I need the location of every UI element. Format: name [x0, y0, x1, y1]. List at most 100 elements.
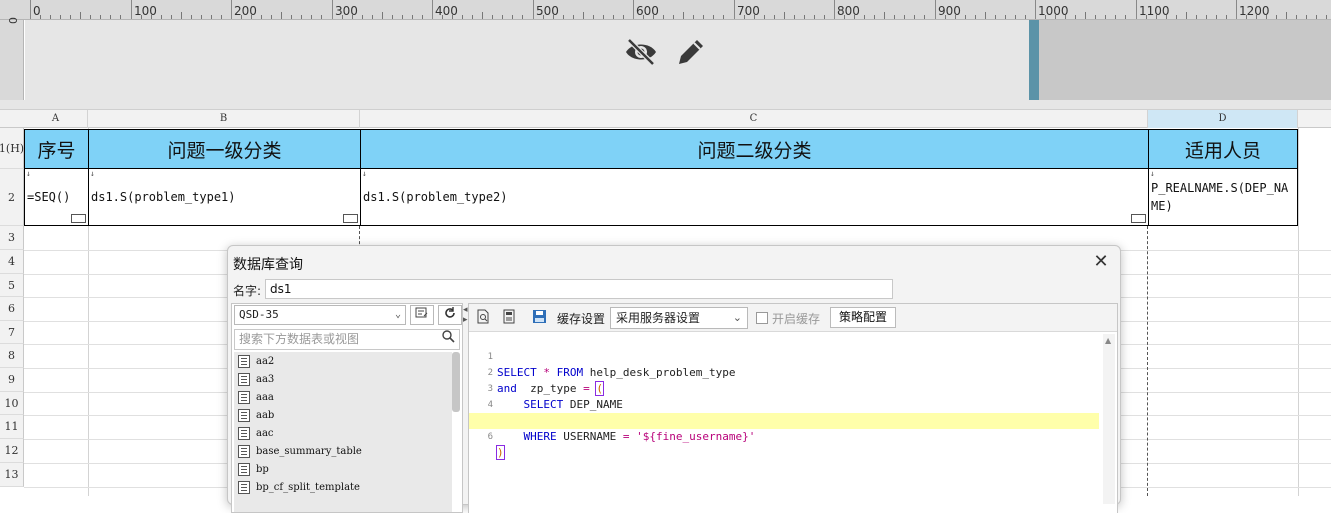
row-header-4[interactable]: 4	[0, 250, 24, 274]
ruler-minor-tick	[362, 15, 363, 19]
ruler-minor-tick	[713, 15, 714, 19]
ruler-label: 700	[737, 4, 760, 18]
ruler-minor-tick	[522, 15, 523, 19]
row-header-12[interactable]: 12	[0, 439, 24, 463]
ruler-minor-tick	[1005, 15, 1006, 19]
cache-mode-select[interactable]: 采用服务器设置 ⌄	[610, 307, 748, 329]
cell-text: 序号	[37, 139, 76, 162]
edit-connection-icon[interactable]	[410, 305, 434, 325]
ruler-minor-tick	[171, 15, 172, 19]
ruler-minor-tick	[613, 15, 614, 19]
ruler-minor-tick	[1156, 15, 1157, 19]
refresh-icon[interactable]	[438, 305, 462, 325]
table-list-item[interactable]: aab	[234, 406, 452, 424]
row-header-9[interactable]: 9	[0, 368, 24, 392]
column-header-a[interactable]: A	[24, 110, 88, 128]
list-scrollbar[interactable]	[452, 352, 460, 412]
table-icon	[238, 372, 250, 386]
title-cell-personnel[interactable]: 适用人员	[1148, 129, 1298, 169]
expand-down-icon: ↓	[1150, 169, 1155, 178]
data-cell-type2[interactable]: ↓ ds1.S(problem_type2)	[360, 169, 1149, 226]
ruler-minor-tick	[583, 12, 584, 19]
sql-toolbar: 缓存设置 采用服务器设置 ⌄ 开启缓存 策略配置	[469, 304, 1117, 332]
cache-settings-icon[interactable]	[530, 309, 548, 327]
ruler-minor-tick	[1186, 12, 1187, 19]
table-list-item[interactable]: aa3	[234, 370, 452, 388]
row-header-6[interactable]: 6	[0, 297, 24, 321]
row-header-8[interactable]: 8	[0, 344, 24, 368]
data-cell-personnel[interactable]: ↓ P_REALNAME.S(DEP_NAME)	[1148, 169, 1298, 226]
pencil-icon[interactable]	[673, 34, 707, 70]
ruler-label: 1200	[1239, 4, 1270, 18]
page-boundary-marker[interactable]	[1029, 20, 1039, 100]
title-cell-type2[interactable]: 问题二级分类	[360, 129, 1149, 169]
table-list-item[interactable]: bp_cf_split_template	[234, 478, 452, 496]
ruler-minor-tick	[1296, 15, 1297, 19]
scroll-up-icon[interactable]: ▲	[1105, 336, 1111, 345]
enable-cache-checkbox[interactable]	[756, 312, 768, 324]
row-header-5[interactable]: 5	[0, 274, 24, 297]
strategy-config-button[interactable]: 策略配置	[830, 307, 896, 328]
table-list-item[interactable]: aa2	[234, 352, 452, 370]
ruler-minor-tick	[1216, 15, 1217, 19]
row-header-3[interactable]: 3	[0, 226, 24, 250]
row-header-10[interactable]: 10	[0, 392, 24, 415]
ruler-minor-tick	[854, 15, 855, 19]
table-list-item[interactable]: bp	[234, 460, 452, 478]
ruler-minor-tick	[1075, 15, 1076, 19]
title-cell-type1[interactable]: 问题一级分类	[88, 129, 361, 169]
code-line: 4 FROM fine_user	[469, 381, 1099, 427]
ruler-major-tick	[533, 0, 534, 19]
ruler-minor-tick	[70, 15, 71, 19]
cell-text: =SEQ()	[27, 190, 71, 204]
preview-icon[interactable]	[474, 309, 492, 327]
connection-select[interactable]: QSD-35 ⌄	[234, 305, 406, 325]
table-list-item[interactable]: aaa	[234, 388, 452, 406]
close-icon[interactable]: ✕	[1090, 252, 1112, 272]
row-header-2[interactable]: 2	[0, 169, 24, 226]
ruler-minor-tick	[603, 15, 604, 19]
ruler-minor-tick	[382, 12, 383, 19]
ruler-major-tick	[834, 0, 835, 19]
cell-attribute-icon[interactable]	[1131, 214, 1146, 223]
ruler-minor-tick	[723, 15, 724, 19]
ruler-minor-tick	[1105, 15, 1106, 19]
ruler-label: 200	[234, 4, 257, 18]
table-list-item[interactable]: aac	[234, 424, 452, 442]
ruler-minor-tick	[100, 15, 101, 19]
ruler-minor-tick	[945, 15, 946, 19]
cell-attribute-icon[interactable]	[343, 214, 358, 223]
eye-slash-icon[interactable]	[623, 34, 659, 70]
ruler-minor-tick	[744, 15, 745, 19]
data-cell-type1[interactable]: ↓ ds1.S(problem_type1)	[88, 169, 361, 226]
row-header-7[interactable]: 7	[0, 321, 24, 344]
parameter-icon[interactable]	[500, 309, 518, 327]
row-header-1[interactable]: 1(H)	[0, 128, 24, 169]
cell-attribute-icon[interactable]	[71, 214, 86, 223]
code-text: )	[496, 445, 505, 460]
search-placeholder: 搜索下方数据表或视图	[239, 332, 360, 346]
dataset-name-input[interactable]	[265, 279, 893, 299]
table-list-item[interactable]: base_summary_table	[234, 442, 452, 460]
table-search-input[interactable]: 搜索下方数据表或视图	[234, 329, 460, 350]
row-header-11[interactable]: 11	[0, 415, 24, 439]
pane-splitter-icon[interactable]: ◂ ▸	[463, 305, 468, 325]
page-header-band[interactable]	[25, 20, 1331, 100]
row-header-13[interactable]: 13	[0, 463, 24, 487]
ruler-minor-tick	[844, 15, 845, 19]
ruler-minor-tick	[1065, 15, 1066, 19]
ruler-minor-tick	[221, 15, 222, 19]
column-header-b[interactable]: B	[88, 110, 360, 128]
title-cell-seq[interactable]: 序号	[24, 129, 89, 169]
search-icon[interactable]	[442, 330, 455, 349]
sql-editor[interactable]: 1 SELECT * FROM help_desk_problem_type 2…	[469, 333, 1117, 513]
column-header-c[interactable]: C	[360, 110, 1148, 128]
dialog-title: 数据库查询	[233, 257, 303, 273]
editor-scrollbar[interactable]: ▲	[1103, 334, 1115, 504]
ruler-major-tick	[231, 0, 232, 19]
ruler-minor-tick	[1196, 15, 1197, 19]
data-cell-seq[interactable]: ↓ =SEQ()	[24, 169, 89, 226]
ruler-minor-tick	[543, 15, 544, 19]
column-header-d[interactable]: D	[1148, 110, 1298, 128]
line-number: 6	[487, 432, 493, 442]
